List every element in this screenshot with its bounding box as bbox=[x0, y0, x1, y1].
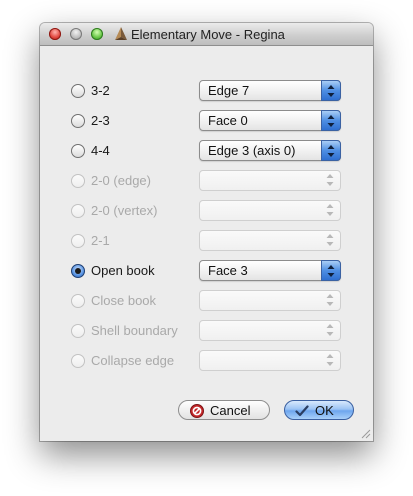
updown-arrows-icon bbox=[321, 110, 341, 131]
move-selector bbox=[199, 170, 341, 191]
stop-icon bbox=[190, 404, 204, 418]
move-label: 2-1 bbox=[91, 233, 110, 248]
minimize-button[interactable] bbox=[70, 28, 82, 40]
move-row: Open book Face 3 bbox=[40, 260, 373, 282]
updown-arrows-icon bbox=[321, 290, 341, 311]
move-radio bbox=[71, 324, 85, 338]
move-row: Close book bbox=[40, 290, 373, 312]
move-radio bbox=[71, 354, 85, 368]
move-radio[interactable] bbox=[71, 144, 85, 158]
window-title: Elementary Move - Regina bbox=[131, 27, 285, 42]
move-selector bbox=[199, 230, 341, 251]
move-selector bbox=[199, 290, 341, 311]
updown-arrows-icon bbox=[321, 200, 341, 221]
move-row: 2-3 Face 0 bbox=[40, 110, 373, 132]
move-radio[interactable] bbox=[71, 114, 85, 128]
move-label[interactable]: 2-3 bbox=[91, 113, 110, 128]
updown-arrows-icon bbox=[321, 320, 341, 341]
selector-value: Edge 7 bbox=[208, 83, 250, 98]
move-selector[interactable]: Face 3 bbox=[199, 260, 341, 281]
cancel-button[interactable]: Cancel bbox=[178, 400, 270, 420]
move-label: 2-0 (edge) bbox=[91, 173, 151, 188]
ok-button[interactable]: OK bbox=[284, 400, 354, 420]
updown-arrows-icon bbox=[321, 260, 341, 281]
move-selector[interactable]: Face 0 bbox=[199, 110, 341, 131]
move-label[interactable]: 4-4 bbox=[91, 143, 110, 158]
move-selector bbox=[199, 320, 341, 341]
move-label: 2-0 (vertex) bbox=[91, 203, 158, 218]
move-selector[interactable]: Edge 3 (axis 0) bbox=[199, 140, 341, 161]
ok-label: OK bbox=[315, 403, 334, 418]
move-radio bbox=[71, 204, 85, 218]
dialog-window: Elementary Move - Regina 3-2 Edge 7 2-3 Fac… bbox=[40, 23, 373, 441]
move-selector bbox=[199, 350, 341, 371]
selector-value: Face 0 bbox=[208, 113, 248, 128]
move-row: 4-4 Edge 3 (axis 0) bbox=[40, 140, 373, 162]
move-radio[interactable] bbox=[71, 84, 85, 98]
move-row: 2-1 bbox=[40, 230, 373, 252]
move-row: 3-2 Edge 7 bbox=[40, 80, 373, 102]
zoom-button[interactable] bbox=[91, 28, 103, 40]
move-radio bbox=[71, 174, 85, 188]
move-radio bbox=[71, 294, 85, 308]
updown-arrows-icon bbox=[321, 170, 341, 191]
move-radio bbox=[71, 234, 85, 248]
regina-app-icon bbox=[115, 27, 127, 40]
title-bar[interactable]: Elementary Move - Regina bbox=[40, 23, 373, 46]
move-selector bbox=[199, 200, 341, 221]
selector-value: Edge 3 (axis 0) bbox=[208, 143, 296, 158]
move-row: Shell boundary bbox=[40, 320, 373, 342]
resize-grip[interactable] bbox=[359, 427, 371, 439]
move-label: Collapse edge bbox=[91, 353, 175, 368]
updown-arrows-icon bbox=[321, 230, 341, 251]
move-label: Shell boundary bbox=[91, 323, 178, 338]
move-selector[interactable]: Edge 7 bbox=[199, 80, 341, 101]
move-row: 2-0 (edge) bbox=[40, 170, 373, 192]
checkmark-icon bbox=[295, 405, 309, 417]
close-button[interactable] bbox=[49, 28, 61, 40]
selector-value: Face 3 bbox=[208, 263, 248, 278]
move-radio[interactable] bbox=[71, 264, 85, 278]
move-label[interactable]: Open book bbox=[91, 263, 155, 278]
move-label: Close book bbox=[91, 293, 157, 308]
updown-arrows-icon bbox=[321, 80, 341, 101]
updown-arrows-icon bbox=[321, 350, 341, 371]
cancel-label: Cancel bbox=[210, 403, 251, 418]
move-row: Collapse edge bbox=[40, 350, 373, 372]
updown-arrows-icon bbox=[321, 140, 341, 161]
move-label[interactable]: 3-2 bbox=[91, 83, 110, 98]
move-row: 2-0 (vertex) bbox=[40, 200, 373, 222]
